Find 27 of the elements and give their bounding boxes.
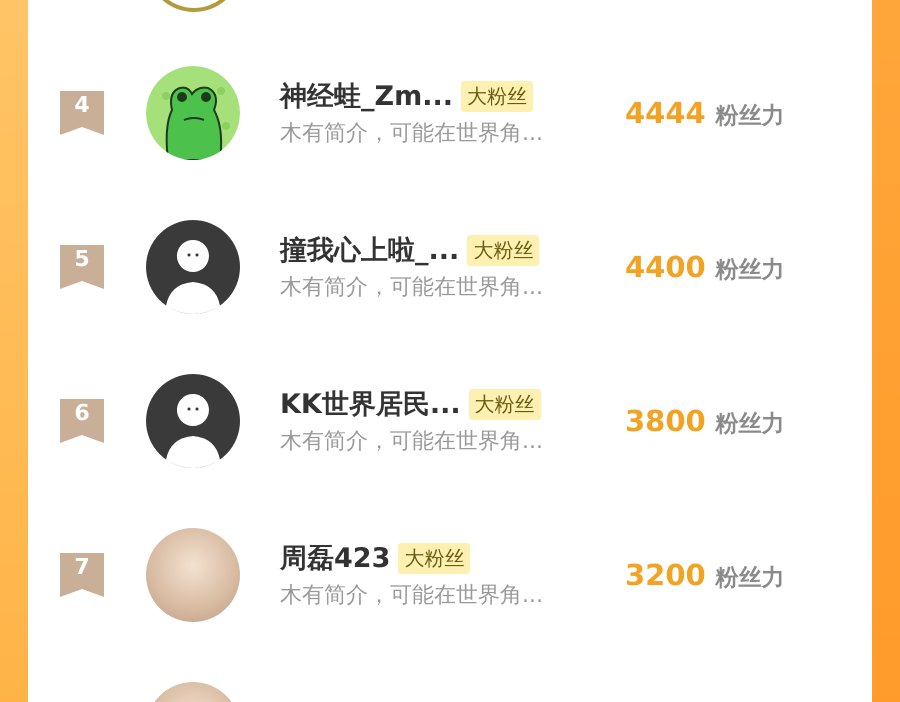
default-avatar-icon [146, 220, 240, 314]
fan-badge: 大粉丝 [460, 80, 533, 112]
fan-badge: 大粉丝 [467, 234, 540, 266]
user-intro: 木有简介，可能在世界角... [280, 428, 544, 456]
user-name[interactable]: 周磊423 [280, 540, 390, 576]
fan-badge: 大粉丝 [468, 388, 541, 420]
score-unit: 粉丝力 [716, 564, 785, 592]
score-unit: 粉丝力 [716, 256, 785, 284]
fan-score: 3800 [625, 404, 706, 438]
rank-flag: 7 [60, 553, 104, 597]
score-unit: 粉丝力 [716, 410, 785, 438]
user-intro: 木有简介，可能在世界角... [280, 582, 544, 610]
fan-score: 4400 [625, 250, 706, 284]
score-unit: 粉丝力 [716, 102, 785, 130]
user-name[interactable]: KK世界居民... [280, 386, 461, 422]
rank-flag: 6 [60, 399, 104, 443]
fan-badge: 大粉丝 [398, 542, 470, 574]
fan-score: 3200 [625, 558, 706, 592]
rank-flag: 4 [60, 91, 104, 135]
fan-score: 4444 [625, 96, 706, 130]
frog-avatar-icon [146, 66, 240, 160]
user-name[interactable]: 神经蛙_Zm... [280, 78, 453, 114]
user-intro: 木有简介，可能在世界角... [280, 120, 544, 148]
rank-flag: 5 [60, 245, 104, 289]
user-intro: 木有简介，可能在世界角... [280, 274, 544, 302]
user-name[interactable]: 撞我心上啦_... [280, 232, 460, 268]
default-avatar-icon [146, 374, 240, 468]
